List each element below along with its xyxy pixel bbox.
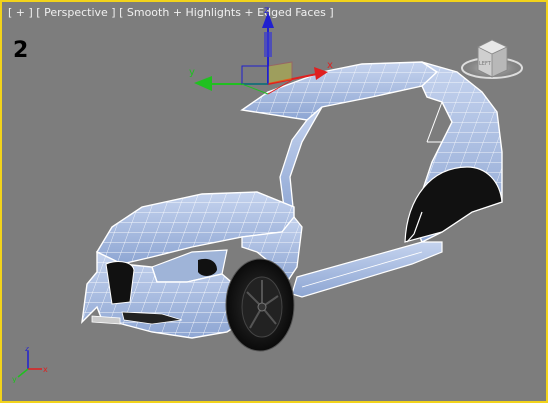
axis-tripod: z x y — [12, 347, 48, 383]
tripod-z-label: z — [25, 347, 29, 353]
car-model[interactable] — [81, 61, 503, 352]
scene-canvas[interactable]: z x y LEFT — [2, 2, 546, 401]
gizmo-y-label: y — [189, 67, 195, 78]
gizmo-z-label: z — [264, 5, 269, 16]
viewcube-face-label: LEFT — [479, 61, 492, 67]
tripod-y-label: y — [12, 375, 17, 383]
front-wheel[interactable] — [225, 258, 295, 352]
side-sill — [291, 241, 443, 298]
tripod-x-label: x — [43, 365, 48, 374]
gizmo-x-label: x — [327, 60, 333, 71]
a-pillar — [279, 106, 323, 218]
perspective-viewport[interactable]: [ + ] [ Perspective ] [ Smooth + Highlig… — [0, 0, 548, 403]
viewcube[interactable]: LEFT — [458, 39, 526, 81]
